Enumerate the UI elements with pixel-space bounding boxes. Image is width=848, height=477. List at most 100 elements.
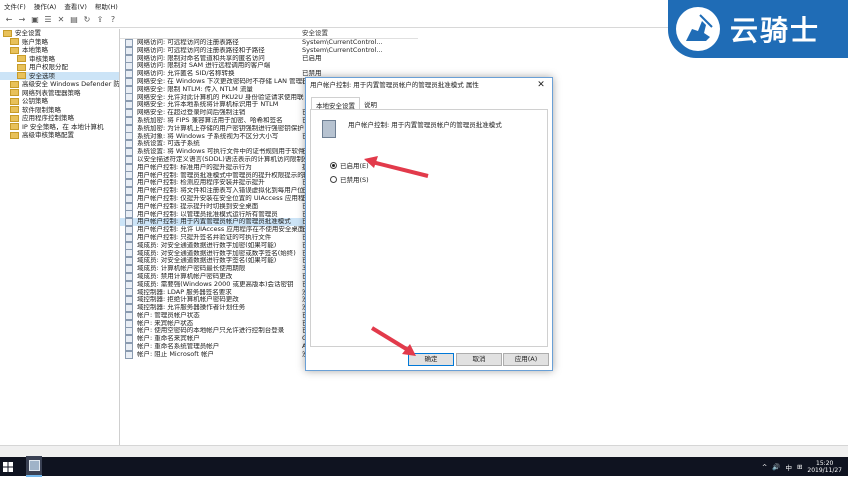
policy-row[interactable]: 系统设置: 将 Windows 可执行文件中的证书规则用于软件限制策略 — [120, 148, 304, 156]
policy-icon — [125, 327, 133, 336]
policy-value: System\CurrentControl... — [302, 46, 383, 54]
policy-row[interactable]: 用户帐户控制: 提示提升时切换到安全桌面 — [120, 202, 304, 211]
policy-row[interactable]: 帐户: 重命名系统管理员帐户 — [120, 343, 304, 351]
windows-start-icon[interactable] — [0, 457, 16, 476]
policy-icon — [125, 54, 133, 63]
refresh-icon[interactable]: ↻ — [82, 15, 92, 25]
list-icon[interactable]: ☰ — [43, 15, 53, 25]
policy-icon — [125, 116, 133, 125]
policy-row[interactable]: 域控制器: LDAP 服务器签名要求 — [120, 288, 304, 297]
menu-item[interactable]: 查看(V) — [60, 1, 91, 11]
export-icon[interactable]: ⇪ — [95, 15, 105, 25]
tree-node-label: 安全选项 — [29, 71, 55, 80]
volume-icon[interactable]: 🔊 — [772, 463, 780, 471]
setting-column-header[interactable]: 安全设置 — [298, 29, 418, 39]
tree-node[interactable]: 软件限制策略 — [0, 106, 119, 115]
policy-row[interactable]: 以安全描述符定义语言(SDDL)语法表示的计算机访问限制 — [120, 155, 304, 164]
close-icon[interactable]: ✕ — [530, 78, 552, 93]
tree-node[interactable]: 安全设置 — [0, 29, 119, 38]
policy-row[interactable]: 网络安全: 限制 NTLM: 传入 NTLM 流量 — [120, 85, 304, 94]
tree-node-label: 审核策略 — [29, 54, 55, 63]
policy-icon — [125, 46, 133, 55]
policy-row[interactable]: 用户帐户控制: 允许 UIAccess 应用程序在不使用安全桌面的情况下提升 — [120, 226, 304, 234]
tree-node[interactable]: 公钥策略 — [0, 97, 119, 106]
tree-node[interactable]: 高级审核策略配置 — [0, 131, 119, 140]
menu-item[interactable]: 帮助(H) — [91, 1, 122, 11]
policy-row[interactable]: 网络安全: 允许对此计算机的 PKU2U 身份验证请求使用联机标识 — [120, 93, 304, 102]
taskbar-app-security-policy[interactable] — [26, 456, 42, 477]
policy-name: 系统对象: 将 Windows 子系统视为不区分大小写 — [137, 132, 279, 140]
tray-overflow-icon[interactable]: ^ — [762, 463, 767, 471]
policy-row[interactable]: 网络访问: 可远程访问的注册表路径 — [120, 39, 304, 47]
policy-name: 用户帐户控制: 只提升签名并验证的可执行文件 — [137, 233, 272, 241]
policy-row[interactable]: 网络访问: 可远程访问的注册表路径和子路径 — [120, 46, 304, 55]
tree-node[interactable]: 网络列表管理器策略 — [0, 89, 119, 98]
policy-row[interactable]: 网络访问: 限制对 SAM 进行远程调用的客户端 — [120, 62, 304, 71]
policy-row[interactable]: 域成员: 对安全通道数据进行数字签名(如果可能) — [120, 257, 304, 266]
policy-name: 域成员: 对安全通道数据进行数字加密或数字签名(始终) — [137, 249, 296, 257]
policy-row[interactable]: 用户帐户控制: 管理员批准模式中管理员的提升权限提示的行为 — [120, 171, 304, 180]
help-icon[interactable]: ? — [108, 15, 118, 25]
policy-row[interactable]: 帐户: 使用空密码的本地帐户只允许进行控制台登录 — [120, 327, 304, 336]
tree-node[interactable]: 审核策略 — [0, 55, 119, 64]
policy-row[interactable]: 网络安全: 在 Windows 下次更改密码时不存储 LAN 管理器哈希值 — [120, 77, 304, 86]
policy-row[interactable]: 用户帐户控制: 将文件和注册表写入错误虚拟化到每用户位置 — [120, 187, 304, 195]
tree-node[interactable]: 安全选项 — [0, 71, 119, 80]
policy-icon — [125, 304, 133, 312]
policy-row[interactable]: 帐户: 重命名来宾帐户 — [120, 335, 304, 344]
policy-row[interactable]: 用户帐户控制: 以管理员批准模式运行所有管理员 — [120, 210, 304, 219]
policy-row[interactable]: 域成员: 对安全通道数据进行数字加密或数字签名(始终) — [120, 249, 304, 258]
notification-icon[interactable]: ⊞ — [797, 463, 802, 471]
dialog-title-bar[interactable]: 用户帐户控制: 用于内置管理员帐户的管理员批准模式 属性 ✕ — [306, 78, 552, 93]
ime-indicator[interactable]: 中 — [785, 462, 792, 472]
policy-row[interactable]: 域控制器: 允许服务器操作者计划任务 — [120, 304, 304, 312]
policy-row[interactable]: 帐户: 来宾帐户状态 — [120, 319, 304, 328]
tree-node[interactable]: 本地策略 — [0, 46, 119, 55]
policy-row[interactable]: 帐户: 阻止 Microsoft 帐户 — [120, 350, 304, 359]
tree-node[interactable]: 用户权限分配 — [0, 63, 119, 72]
policy-row[interactable]: 域成员: 需要强(Windows 2000 或更高版本)会话密钥 — [120, 280, 304, 289]
menu-item[interactable]: 操作(A) — [30, 1, 61, 11]
properties-icon[interactable]: ▤ — [69, 15, 79, 25]
policy-row[interactable]: 用户帐户控制: 标准用户的提升提示行为 — [120, 163, 304, 172]
policy-row[interactable]: 用户帐户控制: 仅提升安装在安全位置的 UIAccess 应用程序 — [120, 194, 304, 203]
policy-name: 以安全描述符定义语言(SDDL)语法表示的计算机访问限制 — [137, 155, 303, 163]
tree-node[interactable]: 高级安全 Windows Defender 防火墙 — [0, 80, 119, 89]
tree-node[interactable]: IP 安全策略，在 本地计算机 — [0, 123, 119, 132]
folder-icon[interactable]: ▣ — [30, 15, 40, 25]
policy-icon — [125, 93, 133, 102]
policy-row[interactable]: 用户帐户控制: 检测应用程序安装并提示提升 — [120, 179, 304, 188]
policy-row[interactable]: 网络安全: 允许本地系统将计算机标识用于 NTLM — [120, 101, 304, 110]
tree-node[interactable]: 账户策略 — [0, 38, 119, 47]
policy-row[interactable]: 用户帐户控制: 用于内置管理员帐户的管理员批准模式 — [120, 218, 304, 227]
tree-node[interactable]: 应用程序控制策略 — [0, 114, 119, 123]
policy-icon — [125, 218, 133, 227]
clock-date: 2019/11/27 — [807, 466, 842, 474]
policy-row[interactable]: 帐户: 管理员帐户状态 — [120, 311, 304, 320]
back-icon[interactable]: ← — [4, 15, 14, 25]
policy-row[interactable]: 网络访问: 允许匿名 SID/名称转换 — [120, 70, 304, 78]
policy-name: 网络访问: 允许匿名 SID/名称转换 — [137, 70, 235, 78]
forward-icon[interactable]: → — [17, 15, 27, 25]
menu-item[interactable]: 文件(F) — [0, 1, 30, 11]
policy-row[interactable]: 系统对象: 将 Windows 子系统视为不区分大小写 — [120, 132, 304, 141]
folder-icon — [10, 114, 19, 122]
policy-row[interactable]: 域成员: 计算机帐户密码最长使用期限 — [120, 265, 304, 273]
policy-row[interactable]: 网络安全: 在超过登录时间后强制注销 — [120, 109, 304, 117]
clock[interactable]: 15:20 2019/11/27 — [807, 460, 842, 474]
delete-icon[interactable]: ✕ — [56, 15, 66, 25]
policy-row[interactable]: 系统加密: 将 FIPS 兼容算法用于加密、哈希和签名 — [120, 116, 304, 125]
policy-icon — [125, 257, 133, 266]
policy-row[interactable]: 网络访问: 限制对命名管道和共享的匿名访问 — [120, 54, 304, 63]
policy-row[interactable]: 域成员: 对安全通道数据进行数字加密(如果可能) — [120, 241, 304, 250]
policy-row[interactable]: 用户帐户控制: 只提升签名并验证的可执行文件 — [120, 233, 304, 242]
policy-row[interactable]: 系统加密: 为计算机上存储的用户密钥强制进行强密钥保护 — [120, 124, 304, 133]
policy-row[interactable]: 系统设置: 可选子系统 — [120, 140, 304, 149]
folder-icon — [10, 38, 19, 46]
policy-row[interactable]: 域成员: 禁用计算机帐户密码更改 — [120, 272, 304, 281]
apply-button[interactable]: 应用(A) — [503, 353, 549, 366]
policy-row[interactable]: 域控制器: 拒绝计算机帐户密码更改 — [120, 296, 304, 305]
policy-column-header[interactable] — [120, 29, 304, 39]
policy-name: 网络访问: 可远程访问的注册表路径 — [137, 39, 239, 46]
cancel-button[interactable]: 取消 — [456, 353, 502, 366]
